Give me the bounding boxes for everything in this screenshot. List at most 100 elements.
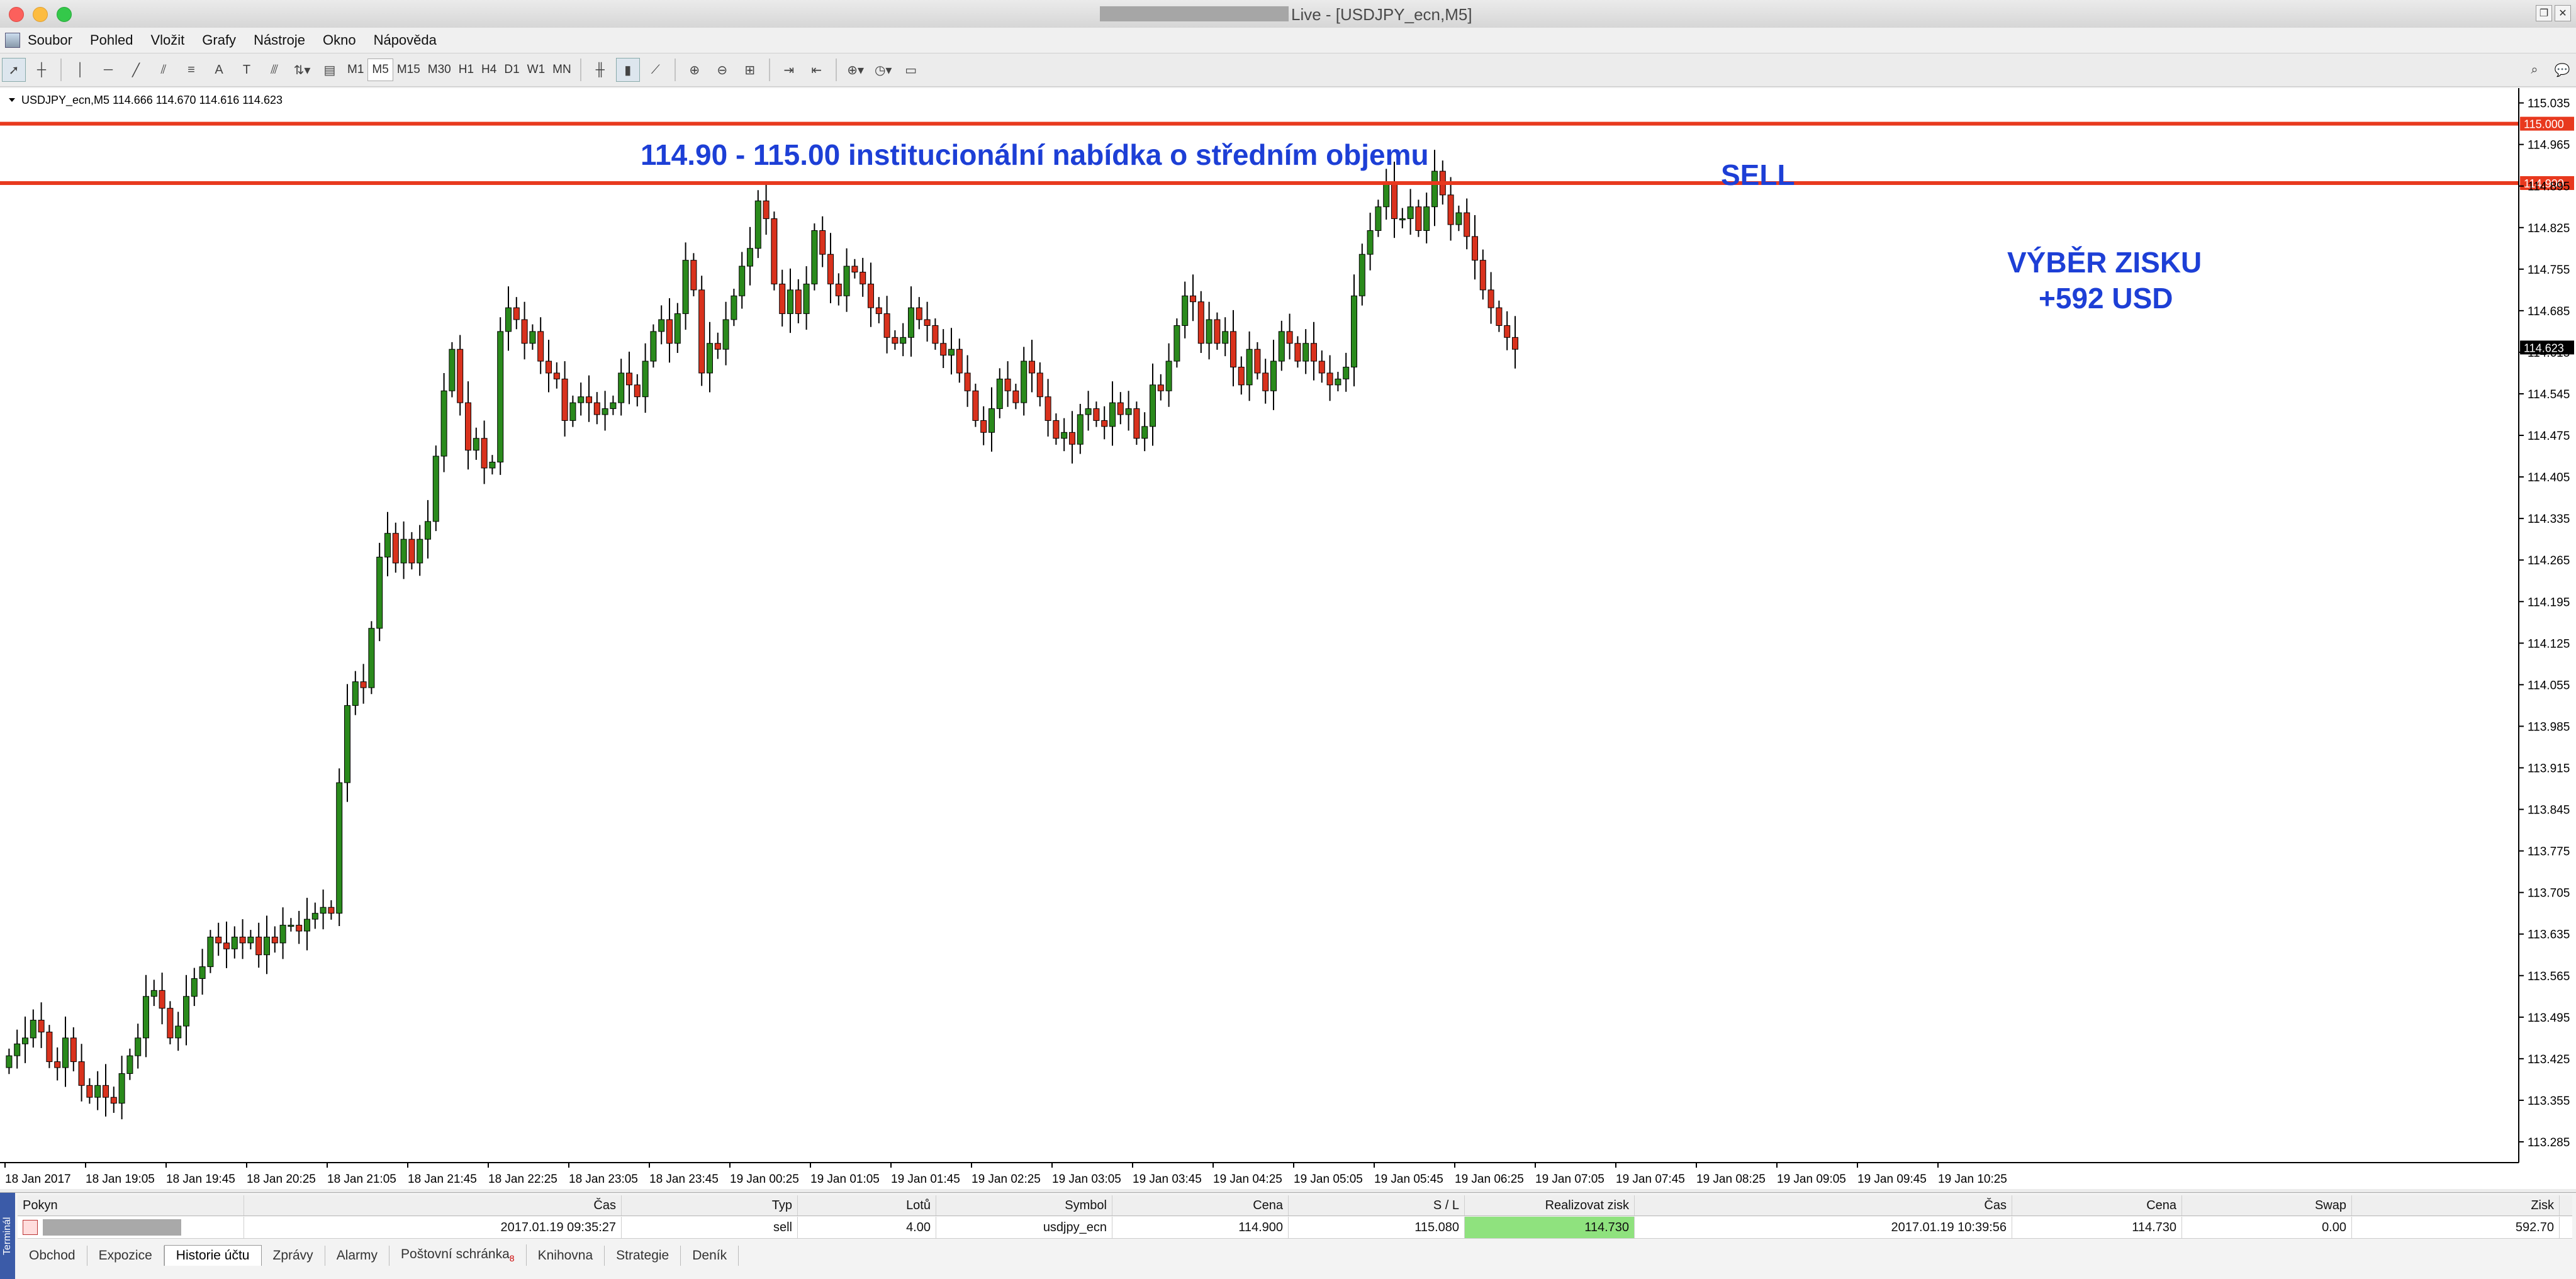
bearish-candle <box>634 384 641 398</box>
menu-file[interactable]: Soubor <box>28 32 72 48</box>
col-close-price[interactable]: Cena <box>2012 1195 2182 1215</box>
col-symbol[interactable]: Symbol <box>936 1195 1112 1215</box>
candlestick-chart-icon[interactable]: ▮ <box>615 58 640 82</box>
menu-bar: Soubor Pohled Vložit Grafy Nástroje Okno… <box>0 28 2576 53</box>
chart-window[interactable]: 115.000 114.900 115.035 114.965 114.895 114.… <box>0 88 2576 1189</box>
timeframe-m15[interactable]: M15 <box>393 59 424 81</box>
auto-scroll-icon[interactable]: ⇥ <box>777 58 801 82</box>
vertical-line-icon[interactable]: │ <box>69 58 92 82</box>
bearish-candle <box>1044 396 1051 421</box>
toolbar-divider <box>60 59 62 81</box>
cursor-icon[interactable]: ➚ <box>2 58 26 82</box>
tab-strategy[interactable]: Strategie <box>605 1246 681 1266</box>
menu-help[interactable]: Nápověda <box>374 32 437 48</box>
col-profit[interactable]: Zisk <box>2352 1195 2560 1215</box>
periodicity-icon[interactable]: ▤ <box>318 58 342 82</box>
y-tick-label: 114.405 <box>2528 471 2570 484</box>
close-window-button[interactable] <box>9 7 24 22</box>
bearish-candle <box>1093 408 1100 421</box>
search-icon[interactable]: ⌕ <box>2523 58 2546 82</box>
close-child-button[interactable]: ✕ <box>2555 5 2571 21</box>
minimize-window-button[interactable] <box>33 7 48 22</box>
timeframe-m1[interactable]: M1 <box>344 59 367 81</box>
text-label-icon[interactable]: T <box>235 58 259 82</box>
bullish-candle <box>400 539 407 564</box>
line-chart-icon[interactable]: ⟋ <box>644 58 668 82</box>
bullish-candle <box>368 628 375 688</box>
bearish-candle <box>1190 295 1196 303</box>
tab-exposure[interactable]: Expozice <box>87 1246 164 1266</box>
zoom-in-icon[interactable]: ⊕ <box>683 58 707 82</box>
menu-window[interactable]: Okno <box>323 32 356 48</box>
crosshair-icon[interactable]: ┼ <box>30 58 53 82</box>
timeframe-d1[interactable]: D1 <box>500 59 523 81</box>
bullish-candle <box>304 919 310 932</box>
bullish-candle <box>191 978 198 997</box>
timeframe-mn[interactable]: MN <box>549 59 575 81</box>
timeframe-h4[interactable]: H4 <box>478 59 500 81</box>
bearish-candle <box>835 283 842 296</box>
zoom-out-icon[interactable]: ⊖ <box>710 58 734 82</box>
restore-child-button[interactable]: ❐ <box>2536 5 2552 21</box>
fibonacci-icon[interactable]: ≡ <box>179 58 203 82</box>
col-lots[interactable]: Lotů <box>798 1195 936 1215</box>
bullish-candle <box>1383 182 1390 208</box>
col-price[interactable]: Cena <box>1112 1195 1289 1215</box>
tab-journal[interactable]: Deník <box>681 1246 739 1266</box>
tab-news[interactable]: Zprávy <box>262 1246 325 1266</box>
col-type[interactable]: Typ <box>622 1195 798 1215</box>
price-chart[interactable]: 115.000114.900 115.035114.965114.895114.… <box>0 88 2576 1189</box>
tile-windows-icon[interactable]: ⊞ <box>738 58 762 82</box>
bullish-candle <box>529 331 536 344</box>
tab-trade[interactable]: Obchod <box>18 1246 87 1266</box>
bearish-candle <box>586 396 592 403</box>
tab-mailbox[interactable]: Poštovní schránka8 <box>389 1244 527 1266</box>
bearish-candle <box>1326 372 1333 386</box>
col-close-time[interactable]: Čas <box>1635 1195 2012 1215</box>
periods-clock-icon[interactable]: ◷▾ <box>871 58 895 82</box>
horizontal-line-icon[interactable]: ─ <box>96 58 120 82</box>
chart-shift-icon[interactable]: ⇤ <box>805 58 829 82</box>
arrows-icon[interactable]: ⇅▾ <box>290 58 314 82</box>
col-open-time[interactable]: Čas <box>244 1195 622 1215</box>
tab-alerts[interactable]: Alarmy <box>325 1246 390 1266</box>
menu-insert[interactable]: Vložit <box>150 32 184 48</box>
channel-icon[interactable]: ⫽ <box>152 58 176 82</box>
templates-icon[interactable]: ▭ <box>899 58 923 82</box>
tab-library[interactable]: Knihovna <box>527 1246 605 1266</box>
col-sl[interactable]: S / L <box>1289 1195 1465 1215</box>
terminal-side-label[interactable]: Terminál <box>0 1193 15 1279</box>
menu-tools[interactable]: Nástroje <box>254 32 305 48</box>
trendline-icon[interactable]: ╱ <box>124 58 148 82</box>
bullish-candle <box>1077 414 1084 445</box>
text-icon[interactable]: A <box>207 58 231 82</box>
indicators-icon[interactable]: ⊕▾ <box>844 58 868 82</box>
bearish-candle <box>593 402 600 415</box>
col-tp[interactable]: Realizovat zisk <box>1465 1195 1635 1215</box>
y-tick-label: 114.195 <box>2528 596 2570 609</box>
bearish-candle <box>103 1085 109 1098</box>
x-tick-label: 19 Jan 03:05 <box>1052 1173 1121 1186</box>
menu-charts[interactable]: Grafy <box>202 32 236 48</box>
timeframe-m30[interactable]: M30 <box>424 59 455 81</box>
table-row[interactable]: 2017.01.19 09:35:27 sell 4.00 usdjpy_ecn… <box>18 1217 2572 1239</box>
bullish-candle <box>1125 408 1132 415</box>
timeframe-m5[interactable]: M5 <box>367 59 393 81</box>
x-tick-label: 19 Jan 05:05 <box>1294 1173 1363 1186</box>
bullish-candle <box>948 349 955 356</box>
bearish-candle <box>1447 194 1454 225</box>
maximize-window-button[interactable] <box>57 7 72 22</box>
app-menu-icon[interactable] <box>5 33 20 48</box>
col-swap[interactable]: Swap <box>2182 1195 2352 1215</box>
menu-view[interactable]: Pohled <box>90 32 133 48</box>
tab-account-history[interactable]: Historie účtu <box>164 1245 262 1266</box>
timeframe-w1[interactable]: W1 <box>524 59 549 81</box>
gann-icon[interactable]: ⫻ <box>262 58 286 82</box>
toolbar-divider <box>674 59 676 81</box>
bullish-candle <box>658 319 665 332</box>
y-tick-label: 114.475 <box>2528 430 2570 443</box>
chat-icon[interactable]: 💬 <box>2550 58 2574 82</box>
bar-chart-icon[interactable]: ╫ <box>588 58 612 82</box>
timeframe-h1[interactable]: H1 <box>455 59 478 81</box>
col-order[interactable]: Pokyn <box>18 1195 244 1215</box>
